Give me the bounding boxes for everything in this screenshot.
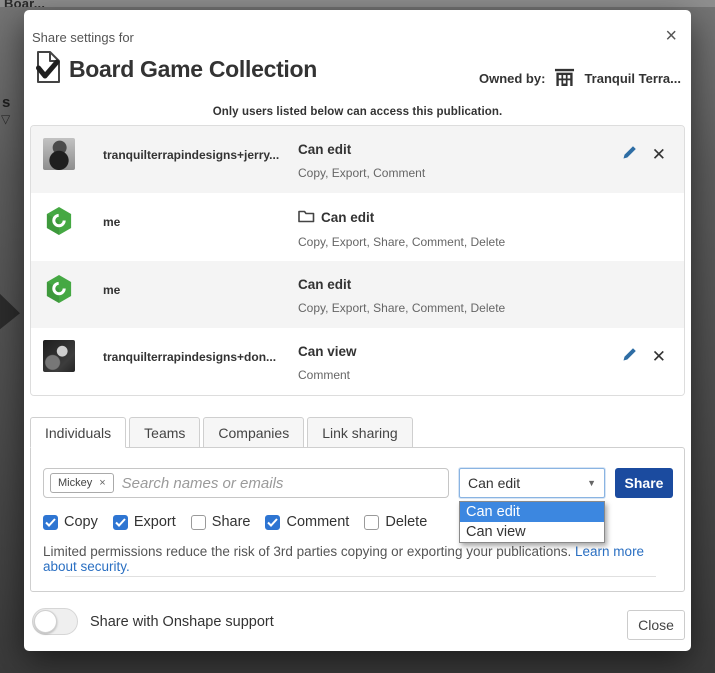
user-name: me [103,215,298,229]
company-building-icon [553,66,576,91]
checkbox-export[interactable]: Export [113,514,176,530]
background-document-title: Boar... [4,0,45,7]
tab-individuals[interactable]: Individuals [30,417,126,448]
user-row: me Can edit Copy, Export, Share, Comment… [31,261,684,328]
checkbox-comment[interactable]: Comment [265,514,349,530]
permissions-note: Limited permissions reduce the risk of 3… [43,544,673,574]
user-permission: Can edit [298,277,351,292]
checkbox-copy-box[interactable] [43,515,58,530]
checkbox-comment-box[interactable] [265,515,280,530]
close-icon[interactable]: × [665,26,677,46]
background-shape [0,288,20,334]
checkbox-delete[interactable]: Delete [364,514,427,530]
chip-remove-icon[interactable]: × [99,477,105,489]
user-permission-details: Copy, Export, Share, Comment, Delete [298,235,505,249]
permission-dropdown-list: Can edit Can view [459,501,605,543]
panel-divider [65,576,656,577]
checkbox-share[interactable]: Share [191,514,251,530]
user-permission-details: Copy, Export, Comment [298,166,425,180]
permission-select-value: Can edit [468,475,520,491]
publication-doc-icon [32,50,62,89]
edit-permission-icon[interactable] [622,144,638,165]
onshape-logo-icon [43,205,75,237]
user-avatar [43,138,75,170]
share-button[interactable]: Share [615,468,673,498]
recipient-chip: Mickey × [50,473,114,493]
tab-link-sharing[interactable]: Link sharing [307,417,413,448]
chevron-down-icon: ▼ [587,478,596,488]
user-permission-details: Comment [298,368,357,382]
background-top-strip: Boar... [0,0,715,7]
individuals-panel: Mickey × Can edit ▼ Share Can edit Can v… [30,447,685,592]
toggle-knob [34,610,57,633]
option-can-view[interactable]: Can view [460,522,604,542]
option-can-edit[interactable]: Can edit [460,502,604,522]
tab-companies[interactable]: Companies [203,417,304,448]
access-notice: Only users listed below can access this … [24,106,691,118]
support-share-toggle[interactable] [32,608,78,635]
user-name: tranquilterrapindesigns+don... [103,350,298,364]
recipient-search-box[interactable]: Mickey × [43,468,449,498]
checkbox-share-box[interactable] [191,515,206,530]
user-access-list: tranquilterrapindesigns+jerry... Can edi… [30,125,685,396]
checkbox-export-box[interactable] [113,515,128,530]
user-permission: Can view [298,344,357,359]
close-button[interactable]: Close [627,610,685,640]
user-permission-details: Copy, Export, Share, Comment, Delete [298,301,505,315]
edit-permission-icon[interactable] [622,346,638,367]
checkbox-copy[interactable]: Copy [43,514,98,530]
user-row: tranquilterrapindesigns+jerry... Can edi… [31,126,684,193]
user-name: me [103,283,298,297]
user-row: tranquilterrapindesigns+don... Can view … [31,328,684,395]
page-title: Board Game Collection [69,56,317,83]
remove-user-icon[interactable]: ✕ [652,348,666,365]
owned-by-label: Owned by: [479,71,545,86]
search-input[interactable] [122,475,442,492]
dialog-eyebrow: Share settings for [32,30,134,45]
permission-select[interactable]: Can edit ▼ [459,468,605,498]
user-permission: Can edit [298,142,351,157]
background-letter: s [2,94,10,111]
folder-icon [298,209,315,226]
remove-user-icon[interactable]: ✕ [652,146,666,163]
filter-icon: ▽ [1,112,10,126]
user-name: tranquilterrapindesigns+jerry... [103,148,298,162]
share-tabs: Individuals Teams Companies Link sharing [30,417,413,448]
support-toggle-label: Share with Onshape support [90,614,274,630]
user-permission: Can edit [321,210,374,225]
share-settings-dialog: × Share settings for Board Game Collecti… [24,10,691,651]
owner-name: Tranquil Terra... [584,71,681,86]
user-row: me Can edit Copy, Export, Share, Comment… [31,193,684,260]
onshape-logo-icon [43,273,75,305]
user-avatar [43,340,75,372]
tab-teams[interactable]: Teams [129,417,200,448]
permission-checkboxes: Copy Export Share Comment Delete [43,514,427,530]
recipient-chip-label: Mickey [58,477,92,489]
checkbox-delete-box[interactable] [364,515,379,530]
